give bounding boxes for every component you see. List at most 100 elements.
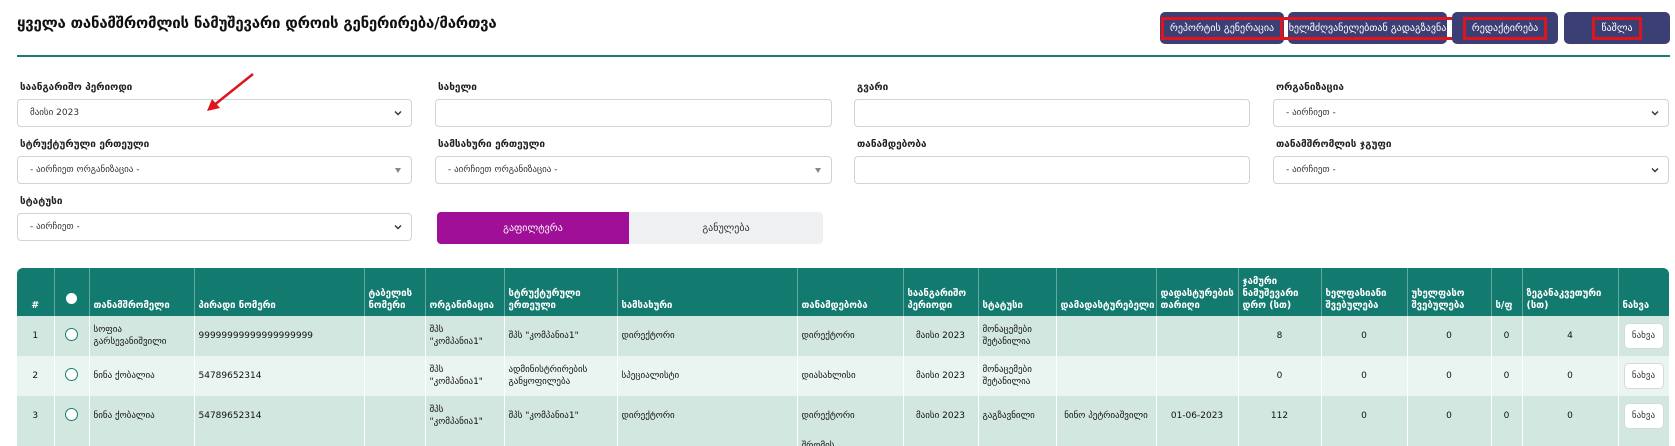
personal-id-cell: 54789652314 — [194, 396, 365, 436]
approver-cell: ნინო პეტრიაშვილი — [1056, 396, 1157, 436]
delete-button[interactable]: წაშლა — [1564, 12, 1670, 44]
table-row[interactable]: 3 ნინა ქობალია 54789652314 შპს "კომპანია… — [17, 396, 1670, 436]
status-cell: მონაცემები შეტანილია — [978, 356, 1057, 396]
overtime-cell: 0 — [1522, 396, 1619, 436]
clear-button[interactable]: განულება — [629, 212, 823, 244]
position-input[interactable] — [854, 156, 1250, 184]
period-cell: მაისი 2023 — [903, 356, 979, 396]
col-structural-unit[interactable]: სტრუქტურული ერთეული — [504, 268, 618, 316]
structural-unit-select[interactable]: - აირჩიეთ ორგანიზაცია - — [17, 156, 412, 184]
total-hours-cell: 8 — [1238, 316, 1322, 356]
view-button[interactable]: ნახვა — [1623, 403, 1664, 429]
page-title: ყველა თანამშრომლის ნამუშევარი დროის გენე… — [17, 14, 497, 32]
timesheet-table: # თანამშრომელი პირადი ნომერი ტაბელის ნომ… — [17, 268, 1670, 446]
col-index: # — [17, 268, 55, 316]
view-button[interactable]: ნახვა — [1623, 323, 1664, 349]
overtime-cell — [1522, 436, 1619, 446]
paid-leave-cell: 0 — [1321, 396, 1408, 436]
period-cell: მაისი 2023 — [903, 396, 979, 436]
employee-group-label: თანამშრომლის ჯგუფი — [1276, 139, 1392, 150]
paid-leave-cell: 0 — [1321, 316, 1408, 356]
organization-label: ორგანიზაცია — [1276, 82, 1344, 93]
row-select-cell — [54, 396, 90, 436]
send-to-managers-label: ხელმძღვანელებთან გადაგზავნა — [1279, 16, 1456, 40]
col-personal-id[interactable]: პირადი ნომერი — [194, 268, 365, 316]
status-cell: გაგზავნილი — [978, 396, 1057, 436]
structural-unit-value: - აირჩიეთ ორგანიზაცია - — [30, 165, 140, 175]
col-overtime[interactable]: ზეგანაკვეთური (სთ) — [1522, 268, 1619, 316]
organization-value: - აირჩიეთ - — [1286, 108, 1336, 118]
col-paid-leave[interactable]: ხელფასიანი შვებულება — [1321, 268, 1408, 316]
total-hours-cell: 112 — [1238, 396, 1322, 436]
col-unpaid-leave[interactable]: უხელფასო შვებულება — [1407, 268, 1492, 316]
approver-cell — [1056, 316, 1157, 356]
col-organization[interactable]: ორგანიზაცია — [425, 268, 505, 316]
select-all-radio[interactable] — [66, 293, 77, 304]
personal-id-cell — [194, 436, 365, 446]
status-value: - აირჩიეთ - — [30, 222, 80, 232]
row-select-radio[interactable] — [65, 367, 78, 381]
col-status[interactable]: სტატუსი — [978, 268, 1057, 316]
col-period[interactable]: საანგარიშო პერიოდი — [903, 268, 979, 316]
generate-report-button[interactable]: რეპორტის გენერაცია — [1160, 12, 1284, 44]
employee-cell — [89, 436, 195, 446]
col-approval-date[interactable]: დადასტურების თარიღი — [1156, 268, 1239, 316]
edit-label: რედაქტირება — [1462, 16, 1548, 40]
chevron-down-icon — [1651, 111, 1659, 116]
tabel-number-cell — [364, 396, 426, 436]
tabel-number-cell — [364, 436, 426, 446]
status-cell — [978, 436, 1057, 446]
paid-leave-cell — [1321, 436, 1408, 446]
view-button[interactable]: ნახვა — [1623, 363, 1664, 389]
sick-leave-cell — [1491, 436, 1523, 446]
col-employee[interactable]: თანამშრომელი — [89, 268, 195, 316]
employee-cell: სოფია გარსევანიშვილი — [89, 316, 195, 356]
col-position[interactable]: თანამდებობა — [797, 268, 904, 316]
organization-cell: შპს "კომპანია1" — [425, 316, 505, 356]
personal-id-cell: 54789652314 — [194, 356, 365, 396]
annotation-arrow-icon — [207, 73, 254, 111]
name-label: სახელი — [438, 82, 477, 93]
row-select-radio[interactable] — [65, 407, 78, 421]
col-select — [54, 268, 90, 316]
surname-label: გვარი — [857, 82, 889, 93]
total-hours-cell: 0 — [1238, 356, 1322, 396]
service-cell — [617, 436, 798, 446]
delete-label: წაშლა — [1592, 16, 1642, 40]
col-service[interactable]: სამსახური — [617, 268, 798, 316]
col-total-hours[interactable]: ჯამური ნამუშევარი დრო (სთ) — [1238, 268, 1322, 316]
row-select-radio[interactable] — [65, 327, 78, 341]
overtime-cell: 0 — [1522, 356, 1619, 396]
table-row[interactable]: 1 სოფია გარსევანიშვილი 99999999999999999… — [17, 316, 1670, 356]
paid-leave-cell: 0 — [1321, 356, 1408, 396]
unpaid-leave-cell: 0 — [1407, 396, 1492, 436]
table-row[interactable]: შრომის — [17, 436, 1670, 446]
period-cell — [903, 436, 979, 446]
organization-select[interactable]: - აირჩიეთ - — [1273, 99, 1669, 127]
col-approver[interactable]: დამადასტურებელი — [1056, 268, 1157, 316]
personal-id-cell: 99999999999999999999 — [194, 316, 365, 356]
caret-down-icon — [395, 168, 401, 173]
filter-button[interactable]: გაფილტვრა — [437, 212, 629, 244]
row-index: 1 — [17, 316, 55, 356]
name-input[interactable] — [435, 99, 832, 127]
col-view: ნახვა — [1618, 268, 1669, 316]
chevron-down-icon — [394, 225, 402, 230]
status-select[interactable]: - აირჩიეთ - — [17, 213, 412, 241]
organization-cell: შპს "კომპანია1" — [425, 356, 505, 396]
service-unit-select[interactable]: - აირჩიეთ ორგანიზაცია - — [435, 156, 832, 184]
organization-cell — [425, 436, 505, 446]
generate-report-label: რეპორტის გენერაცია — [1160, 16, 1284, 40]
employee-group-select[interactable]: - აირჩიეთ - — [1273, 156, 1669, 184]
table-row[interactable]: 2 ნინა ქობალია 54789652314 შპს "კომპანია… — [17, 356, 1670, 396]
col-tabel-number[interactable]: ტაბელის ნომერი — [364, 268, 426, 316]
service-unit-value: - აირჩიეთ ორგანიზაცია - — [448, 165, 558, 175]
structural-unit-cell: ადმინისტრირების განყოფილება — [504, 356, 618, 396]
send-to-managers-button[interactable]: ხელმძღვანელებთან გადაგზავნა — [1279, 12, 1456, 44]
edit-button[interactable]: რედაქტირება — [1452, 12, 1558, 44]
view-cell — [1618, 436, 1670, 446]
period-cell: მაისი 2023 — [903, 316, 979, 356]
surname-input[interactable] — [854, 99, 1250, 127]
col-sick-leave[interactable]: ს/ფ — [1491, 268, 1523, 316]
unpaid-leave-cell: 0 — [1407, 316, 1492, 356]
